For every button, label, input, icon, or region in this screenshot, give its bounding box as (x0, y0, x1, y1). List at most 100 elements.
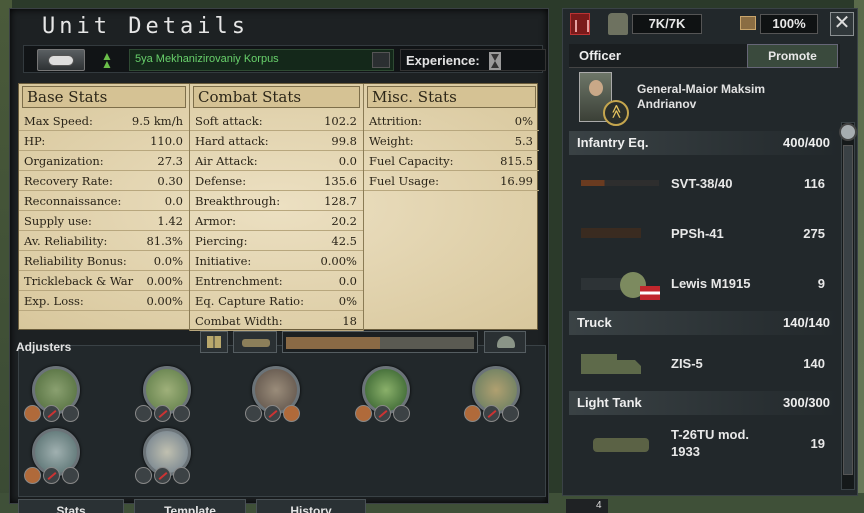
stat-row: Max Speed: 9.5 km/h (19, 111, 189, 131)
equipment-row[interactable]: T-26TU mod. 1933 19 (569, 420, 839, 470)
stat-label: Hard attack: (195, 134, 269, 148)
movement-modifier-icon (154, 467, 171, 484)
rename-button[interactable] (372, 52, 390, 68)
experience-level-icon (489, 52, 501, 70)
equipment-row[interactable]: SVT-38/40 116 (569, 160, 839, 210)
stat-label: Reliability Bonus: (24, 254, 127, 268)
category-light-tank-header: Light Tank 300/300 (569, 391, 839, 415)
movement-modifier-icon (154, 405, 171, 422)
equipment-name: T-26TU mod. 1933 (671, 427, 750, 459)
stat-value: 81.3% (146, 234, 183, 248)
tab-history[interactable]: History (256, 499, 366, 513)
stat-row: Exp. Loss: 0.00% (19, 291, 189, 311)
stat-row: Air Attack: 0.0 (190, 151, 363, 171)
stat-value: 0.0 (338, 154, 357, 168)
stat-row: Recovery Rate: 0.30 (19, 171, 189, 191)
officer-rank-icon (603, 100, 629, 126)
disband-trash-icon[interactable] (570, 13, 590, 35)
stat-row: Soft attack: 102.2 (190, 111, 363, 131)
movement-modifier-icon (483, 405, 500, 422)
equipment-row[interactable]: Lewis M1915 9 (569, 260, 839, 310)
stat-value: 815.5 (500, 154, 533, 168)
category-name: Truck (577, 315, 612, 330)
stat-label: Air Attack: (195, 154, 258, 168)
stat-value: 128.7 (324, 194, 357, 208)
template-grid-button[interactable] (200, 331, 228, 353)
stat-label: Recovery Rate: (24, 174, 113, 188)
equipment-qty: 116 (804, 176, 825, 191)
manpower-value: 7K/7K (632, 14, 702, 34)
equipment-row[interactable]: ZIS-5 140 (569, 340, 839, 390)
stat-value: 0.00% (320, 254, 357, 268)
terrain-forest-modifiers (355, 405, 410, 423)
stat-label: Weight: (369, 134, 414, 148)
stat-value: 0.0% (153, 254, 183, 268)
equipment-crate-icon (740, 16, 756, 30)
tab-template[interactable]: Template (134, 499, 246, 513)
terrain-marsh-modifiers (464, 405, 519, 423)
scroll-thumb[interactable] (843, 145, 853, 475)
bottom-badge: 4 (566, 499, 608, 513)
defense-modifier-icon (173, 405, 190, 422)
adjusters-toolbar (200, 331, 536, 355)
unit-toggle-button[interactable] (37, 49, 85, 71)
stat-value: 0% (514, 114, 533, 128)
unit-header-bar: 7K/7K 100% ✕ (566, 11, 858, 37)
stat-label: Piercing: (195, 234, 248, 248)
stat-label: Combat Width: (195, 314, 283, 328)
tank-icon-button[interactable] (233, 331, 277, 353)
misc-stats-list: Attrition: 0% Weight: 5.3 Fuel Capacity: 815.… (364, 111, 539, 191)
unit-details-panel: Unit Details ▲ ▲ 5ya Mekhanizirovaniy Kor… (9, 8, 549, 504)
terrain-hills-modifiers (135, 405, 190, 423)
equipment-name: PPSh-41 (671, 226, 724, 241)
stat-label: Fuel Capacity: (369, 154, 454, 168)
category-name: Infantry Eq. (577, 135, 649, 150)
equipment-row[interactable]: PPSh-41 275 (569, 210, 839, 260)
category-name: Light Tank (577, 395, 642, 410)
movement-modifier-icon (43, 467, 60, 484)
stat-row: Armor: 20.2 (190, 211, 363, 231)
stat-row: Entrenchment: 0.0 (190, 271, 363, 291)
misc-stats-heading: Misc. Stats (367, 86, 536, 108)
equipment-percent: 100% (760, 14, 818, 34)
scroll-handle-icon[interactable] (839, 123, 857, 141)
attack-modifier-icon (135, 405, 152, 422)
stat-label: Av. Reliability: (24, 234, 108, 248)
stat-label: Organization: (24, 154, 104, 168)
stat-row: Piercing: 42.5 (190, 231, 363, 251)
unit-name-field[interactable]: 5ya Mekhanizirovaniy Korpus (129, 49, 394, 71)
stat-row: Eq. Capture Ratio: 0% (190, 291, 363, 311)
unit-name: 5ya Mekhanizirovaniy Korpus (135, 53, 279, 65)
stat-value: 0.0 (338, 274, 357, 288)
stat-value: 1.42 (157, 214, 183, 228)
category-truck-header: Truck 140/140 (569, 311, 839, 335)
category-infantry-header: Infantry Eq. 400/400 (569, 131, 839, 155)
stat-value: 18 (342, 314, 357, 328)
stat-label: Max Speed: (24, 114, 93, 128)
stat-row: Weight: 5.3 (364, 131, 539, 151)
stat-value: 99.8 (331, 134, 357, 148)
stat-label: Attrition: (369, 114, 423, 128)
attack-modifier-icon (245, 405, 262, 422)
stat-value: 0% (338, 294, 357, 308)
stat-label: Fuel Usage: (369, 174, 440, 188)
stat-value: 102.2 (324, 114, 357, 128)
stat-label: Breakthrough: (195, 194, 281, 208)
close-button[interactable]: ✕ (830, 12, 854, 36)
attack-modifier-icon (24, 467, 41, 484)
attack-modifier-icon (135, 467, 152, 484)
helmet-icon-button[interactable] (484, 331, 526, 353)
stat-value: 9.5 km/h (131, 114, 183, 128)
equipment-scrollbar[interactable] (839, 122, 857, 490)
stat-value: 0.00% (146, 274, 183, 288)
movement-modifier-icon (264, 405, 281, 422)
category-count: 300/300 (783, 395, 830, 410)
movement-modifier-icon (43, 405, 60, 422)
promote-button[interactable]: Promote (747, 44, 838, 68)
stat-row: Organization: 27.3 (19, 151, 189, 171)
tab-stats[interactable]: Stats (18, 499, 124, 513)
stat-label: Exp. Loss: (24, 294, 84, 308)
defense-modifier-icon (62, 467, 79, 484)
stat-row: Breakthrough: 128.7 (190, 191, 363, 211)
equipment-qty: 140 (803, 356, 825, 371)
